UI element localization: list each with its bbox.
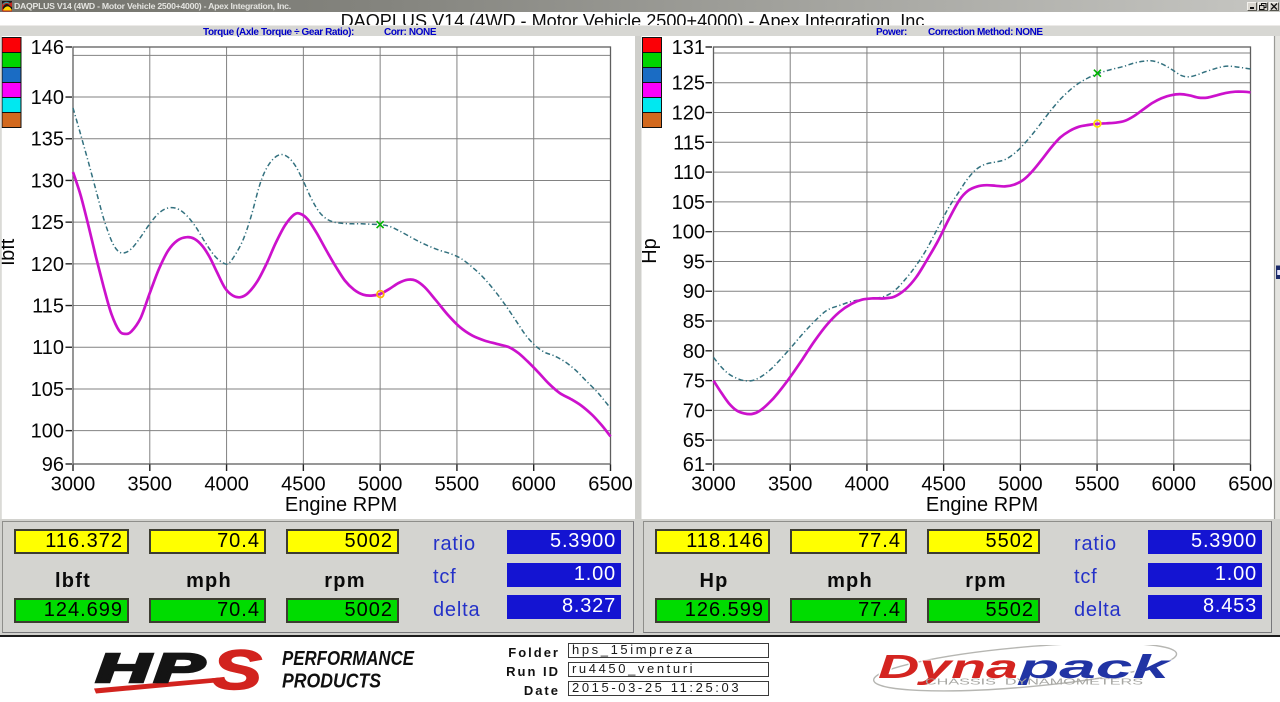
svg-text:4500: 4500 — [921, 474, 966, 496]
svg-text:4000: 4000 — [845, 474, 890, 496]
svg-text:CHASSIS DYNAMOMETERS: CHASSIS DYNAMOMETERS — [925, 677, 1144, 687]
svg-text:90: 90 — [683, 281, 705, 303]
svg-text:lbft: lbft — [0, 238, 19, 265]
svg-text:HP: HP — [96, 645, 208, 691]
svg-text:Engine RPM: Engine RPM — [285, 494, 397, 516]
svg-text:5500: 5500 — [1075, 474, 1120, 496]
svg-text:S: S — [212, 643, 262, 698]
svg-text:100: 100 — [31, 421, 64, 443]
svg-text:Hp: Hp — [639, 238, 661, 264]
svg-text:110: 110 — [32, 337, 64, 359]
svg-text:6000: 6000 — [1152, 474, 1197, 496]
svg-text:5500: 5500 — [435, 474, 480, 496]
svg-text:75: 75 — [683, 371, 705, 393]
svg-text:85: 85 — [683, 311, 705, 333]
svg-text:PERFORMANCE: PERFORMANCE — [282, 647, 415, 670]
svg-text:146: 146 — [31, 37, 64, 59]
svg-text:100: 100 — [672, 222, 705, 244]
svg-text:PRODUCTS: PRODUCTS — [282, 670, 381, 693]
svg-text:125: 125 — [31, 212, 64, 234]
svg-text:120: 120 — [672, 103, 705, 125]
svg-text:80: 80 — [683, 341, 705, 363]
svg-text:105: 105 — [672, 192, 705, 214]
svg-text:70: 70 — [683, 400, 705, 422]
svg-text:3500: 3500 — [128, 474, 173, 496]
svg-text:115: 115 — [32, 296, 64, 318]
svg-text:6500: 6500 — [1228, 474, 1273, 496]
svg-text:120: 120 — [31, 254, 64, 276]
svg-text:115: 115 — [673, 132, 705, 154]
svg-text:135: 135 — [31, 129, 64, 151]
svg-text:6000: 6000 — [511, 474, 556, 496]
svg-text:140: 140 — [31, 87, 64, 109]
svg-text:6500: 6500 — [588, 474, 633, 496]
svg-text:5000: 5000 — [358, 474, 403, 496]
svg-text:130: 130 — [31, 170, 64, 192]
svg-text:65: 65 — [683, 430, 705, 452]
svg-text:3000: 3000 — [51, 474, 96, 496]
svg-text:3000: 3000 — [691, 474, 736, 496]
svg-text:3500: 3500 — [768, 474, 813, 496]
svg-text:Engine RPM: Engine RPM — [926, 494, 1038, 516]
svg-text:95: 95 — [683, 252, 705, 274]
svg-text:105: 105 — [31, 379, 64, 401]
svg-text:131: 131 — [672, 37, 705, 59]
svg-text:125: 125 — [672, 73, 705, 95]
svg-text:4500: 4500 — [281, 474, 326, 496]
svg-text:4000: 4000 — [204, 474, 249, 496]
svg-text:5000: 5000 — [998, 474, 1043, 496]
svg-text:110: 110 — [673, 162, 705, 184]
